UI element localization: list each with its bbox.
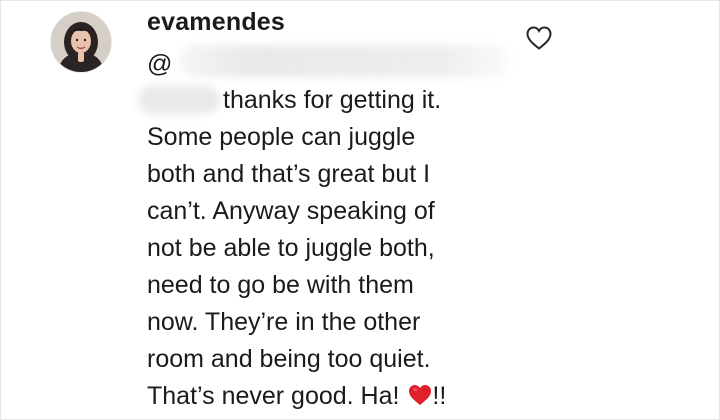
comment-line: Some people can juggle (147, 123, 416, 151)
comment-line: can’t. Anyway speaking of (147, 197, 435, 225)
mention-at-sign: @ (147, 49, 173, 78)
red-heart-icon (409, 385, 432, 405)
like-button[interactable] (525, 25, 553, 51)
comment-text: thanks for getting it. Some people can j… (147, 82, 527, 415)
comment: evamendes @ thanks for getting it. Some … (0, 0, 720, 420)
comment-line: That’s never good. Ha! (147, 382, 400, 410)
username-link[interactable]: evamendes (147, 8, 285, 37)
mention-row: @ (147, 46, 172, 82)
comment-line: thanks for getting it. (223, 86, 442, 114)
comment-line: need to go be with them (147, 271, 414, 299)
exclamation-ending: !! (432, 382, 447, 410)
comment-line: not be able to juggle both, (147, 234, 435, 262)
redacted-mention-handle (180, 45, 510, 77)
heart-outline-icon (526, 26, 552, 50)
avatar[interactable] (50, 11, 112, 73)
comment-line: both and that’s great but I (147, 160, 431, 188)
avatar-photo (51, 12, 111, 72)
comment-line: now. They’re in the other (147, 308, 421, 336)
comment-line-last: That’s never good. Ha! !! (147, 378, 527, 415)
comment-line: room and being too quiet. (147, 345, 431, 373)
